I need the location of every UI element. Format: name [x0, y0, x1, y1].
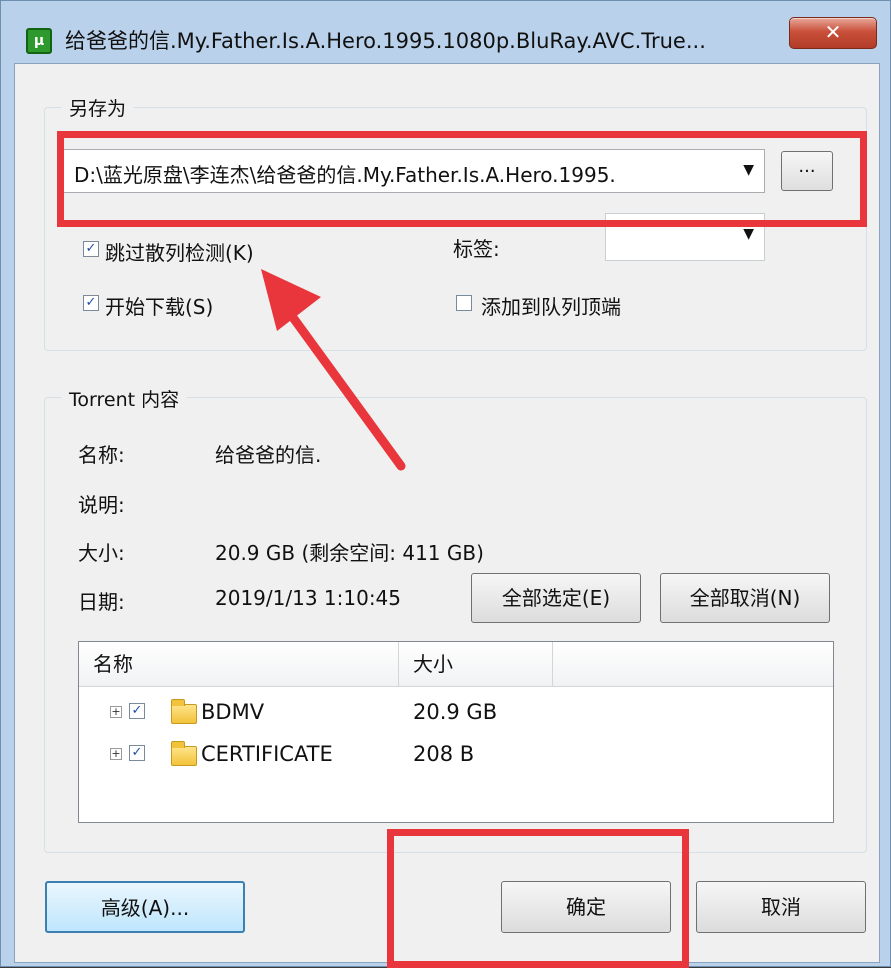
- add-to-top-checkbox[interactable]: [456, 295, 472, 311]
- comment-label: 说明:: [78, 493, 125, 517]
- file-size-bdmv: 20.9 GB: [413, 700, 498, 724]
- annotation-highlight-ok: [387, 829, 689, 968]
- column-header-name[interactable]: 名称: [79, 642, 399, 686]
- name-label: 名称:: [78, 443, 125, 467]
- annotation-arrow: [261, 269, 406, 471]
- tag-label: 标签:: [453, 237, 500, 261]
- file-list-header: 名称 大小: [79, 642, 833, 687]
- folder-icon: [171, 741, 197, 766]
- file-size-certificate: 208 B: [413, 742, 475, 766]
- file-row-bdmv[interactable]: + ✓ BDMV 20.9 GB: [79, 692, 833, 732]
- dialog-window: μ 给爸爸的信.My.Father.Is.A.Hero.1995.1080p.B…: [0, 0, 891, 968]
- size-value: 20.9 GB (剩余空间: 411 GB): [215, 541, 484, 565]
- dropdown-arrow-icon[interactable]: ▼: [743, 226, 754, 242]
- file-row-certificate[interactable]: + ✓ CERTIFICATE 208 B: [79, 734, 833, 774]
- cancel-button[interactable]: 取消: [696, 881, 866, 933]
- column-header-size[interactable]: 大小: [399, 642, 553, 686]
- start-download-label[interactable]: 开始下载(S): [105, 291, 213, 320]
- file-list[interactable]: 名称 大小 + ✓ BDMV 20.9 GB + ✓ CERTIFICATE 2…: [78, 641, 834, 823]
- file-name-certificate: CERTIFICATE: [201, 742, 333, 766]
- skip-hash-label[interactable]: 跳过散列检测(K): [105, 237, 254, 266]
- title-bar[interactable]: μ 给爸爸的信.My.Father.Is.A.Hero.1995.1080p.B…: [1, 1, 891, 63]
- file-checkbox-bdmv[interactable]: ✓: [129, 703, 145, 719]
- size-label: 大小:: [78, 541, 125, 565]
- add-to-top-label[interactable]: 添加到队列顶端: [481, 291, 621, 320]
- file-name-bdmv: BDMV: [201, 700, 265, 724]
- app-logo-icon: μ: [26, 28, 52, 54]
- save-as-legend: 另存为: [61, 94, 135, 121]
- expand-plus-icon[interactable]: +: [110, 706, 122, 718]
- annotation-highlight-path: [57, 131, 867, 227]
- deselect-all-button[interactable]: 全部取消(N): [660, 573, 830, 623]
- folder-icon: [171, 699, 197, 724]
- date-value: 2019/1/13 1:10:45: [215, 586, 402, 610]
- date-label: 日期:: [78, 590, 125, 614]
- select-all-button[interactable]: 全部选定(E): [471, 573, 641, 623]
- skip-hash-checkbox[interactable]: ✓: [83, 241, 99, 257]
- window-title: 给爸爸的信.My.Father.Is.A.Hero.1995.1080p.Blu…: [65, 29, 706, 53]
- start-download-checkbox[interactable]: ✓: [83, 295, 99, 311]
- close-button[interactable]: ✕: [789, 17, 877, 49]
- advanced-button[interactable]: 高级(A)...: [45, 881, 245, 933]
- file-checkbox-certificate[interactable]: ✓: [129, 745, 145, 761]
- torrent-content-legend: Torrent 内容: [61, 385, 188, 412]
- expand-plus-icon[interactable]: +: [110, 748, 122, 760]
